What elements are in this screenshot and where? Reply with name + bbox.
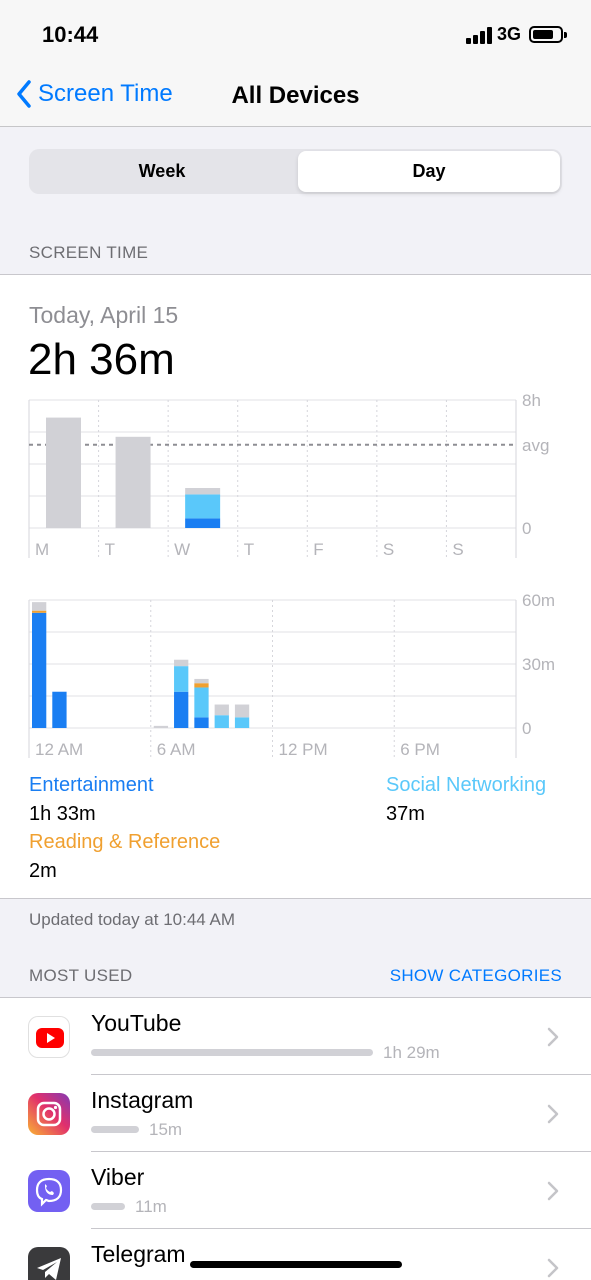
week-y-tick: 8h [522,391,541,410]
hour-bar-segment [234,704,250,718]
battery-icon [529,26,567,43]
show-categories-button[interactable]: SHOW CATEGORIES [390,966,562,986]
category-social-label: Social Networking [386,774,547,796]
hour-x-tick: 12 AM [35,740,83,759]
category-reading-label: Reading & Reference [29,831,221,853]
status-bar: 10:44 3G [0,0,591,70]
section-header-most-used: MOST USED [29,966,133,985]
app-name: Telegram [91,1241,186,1267]
week-x-tick: T [105,540,115,559]
chevron-right-icon [547,1027,559,1047]
app-name: Instagram [91,1087,194,1113]
screen-time-card: Today, April 15 2h 36m 8h avg 0 M T W T F S S 60m 3… [0,274,591,899]
app-row-instagram[interactable]: Instagram 15m [0,1075,591,1152]
week-x-tick: F [313,540,323,559]
week-bar-segment [46,417,81,528]
week-x-tick: S [383,540,394,559]
chevron-right-icon [547,1258,559,1278]
section-header-screen-time: SCREEN TIME [29,243,149,262]
hour-bar-segment [214,704,229,716]
app-row-viber[interactable]: Viber 11m [0,1152,591,1229]
cellular-signal-icon [466,26,494,44]
hour-bar-segment [52,691,67,728]
hour-bar-segment [194,678,209,684]
week-x-tick: W [174,540,190,559]
app-row-telegram[interactable]: Telegram [0,1229,591,1280]
hour-bar-segment [194,717,209,728]
status-time: 10:44 [42,22,99,47]
hour-y-tick: 0 [522,719,531,738]
category-social-time: 37m [386,803,425,825]
usage-time: 11m [135,1197,167,1216]
hour-bar-segment [32,610,47,613]
hour-bar-segment [174,659,189,667]
usage-time: 15m [149,1120,183,1139]
chevron-right-icon [547,1181,559,1201]
segment-week[interactable]: Week [31,151,293,192]
week-bar-segment [185,518,221,528]
hour-bar-segment [174,666,189,692]
updated-timestamp: Updated today at 10:44 AM [29,910,236,929]
home-indicator [190,1261,402,1268]
youtube-icon [28,1016,70,1058]
app-row-youtube[interactable]: YouTube 1h 29m [0,998,591,1075]
hour-x-tick: 6 AM [157,740,196,759]
week-day-segmented-control: Week Day [29,149,562,194]
usage-bar [91,1203,125,1210]
week-y-tick: avg [522,436,549,455]
hour-bar-segment [153,725,169,728]
most-used-list: YouTube 1h 29m Instagram 15m Viber 11m T… [0,997,591,1280]
week-x-tick: T [244,540,254,559]
usage-bar [91,1126,139,1133]
chevron-right-icon [547,1104,559,1124]
app-name: YouTube [91,1010,182,1036]
category-entertainment-label: Entertainment [29,774,154,796]
hour-bar-segment [32,602,47,611]
network-type: 3G [497,24,522,44]
week-bar-segment [185,494,221,519]
hour-bar-segment [234,717,250,728]
navigation-bar: Screen Time All Devices [0,70,591,127]
segment-day[interactable]: Day [298,151,560,192]
hour-bar-segment [194,683,209,688]
hour-bar-segment [214,715,229,728]
app-name: Viber [91,1164,145,1190]
hour-bar-segment [174,691,189,728]
week-bar-segment [185,488,221,495]
category-entertainment-time: 1h 33m [29,803,96,825]
instagram-icon [28,1093,70,1135]
week-bar-segment [115,436,151,528]
week-y-tick: 0 [522,519,531,538]
week-x-tick: S [452,540,463,559]
hour-x-tick: 6 PM [400,740,440,759]
hour-bar-segment [32,612,47,728]
hour-y-tick: 30m [522,655,555,674]
viber-icon [28,1170,70,1212]
hour-bar-segment [194,687,209,718]
hour-x-tick: 12 PM [279,740,328,759]
category-reading-time: 2m [29,860,57,882]
telegram-icon [28,1247,70,1280]
usage-bar [91,1049,373,1056]
week-x-tick: M [35,540,49,559]
page-title: All Devices [231,82,360,109]
usage-time: 1h 29m [383,1043,440,1062]
hour-y-tick: 60m [522,591,555,610]
